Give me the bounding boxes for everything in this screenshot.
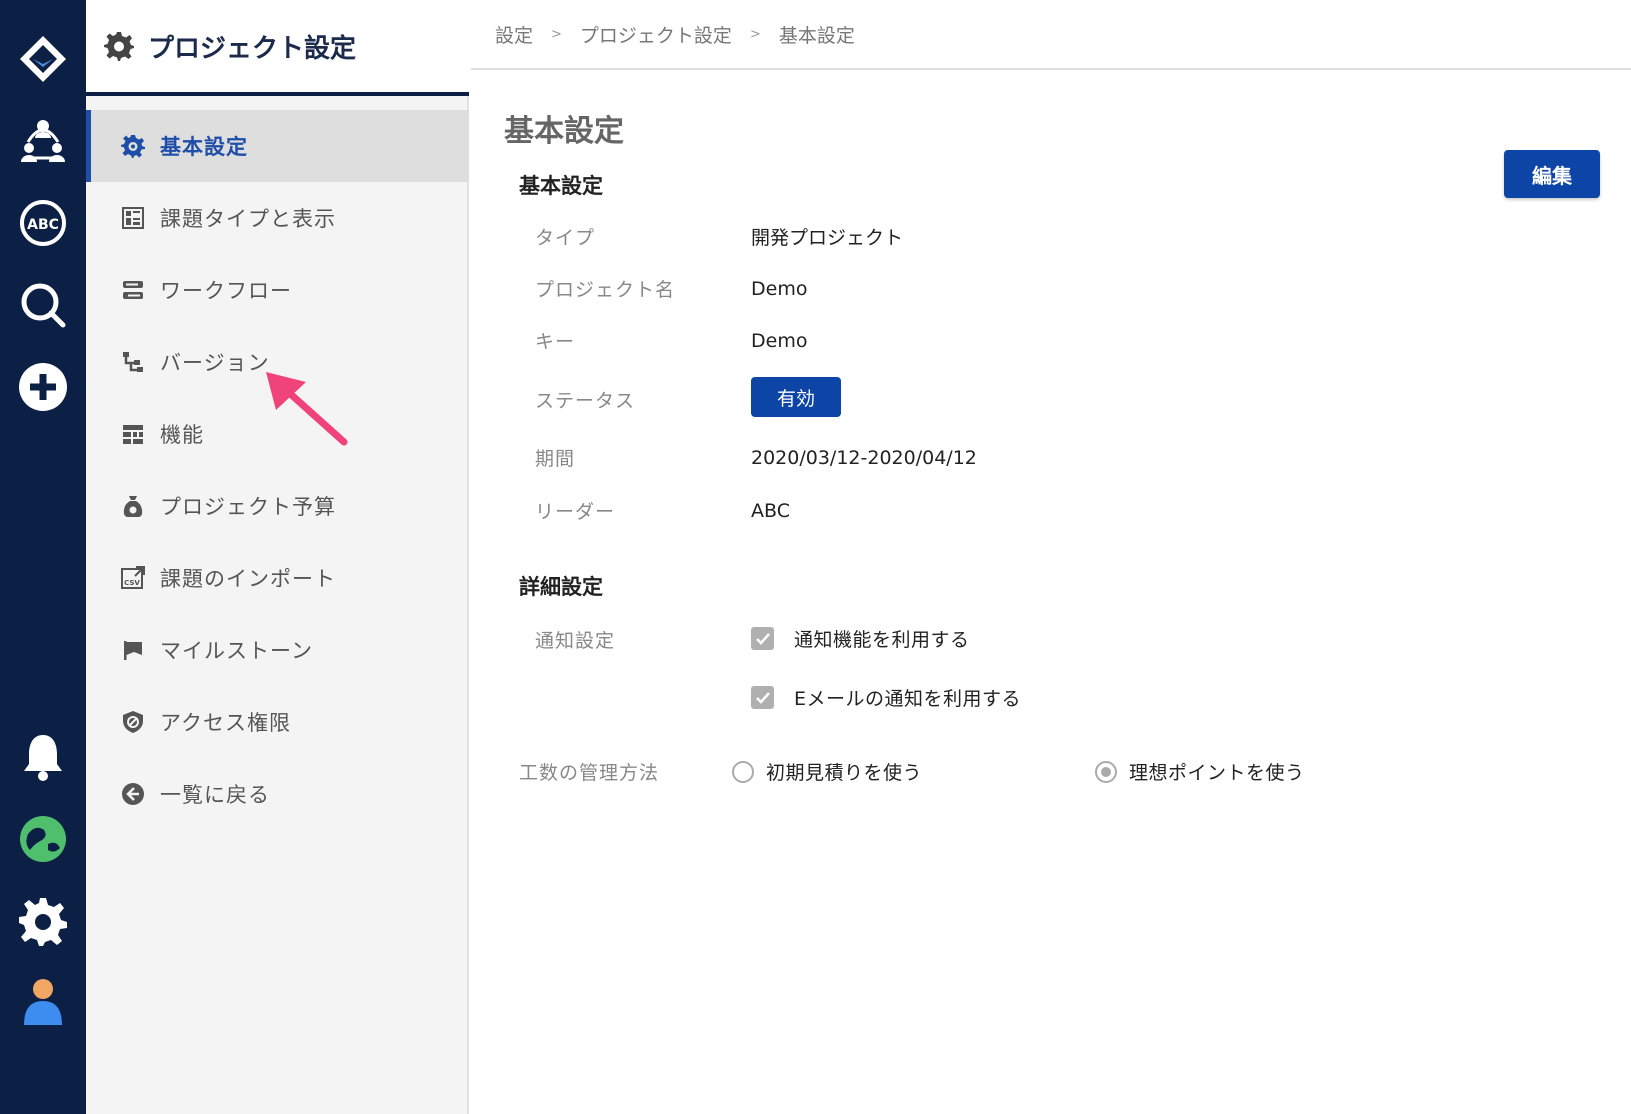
sidebar-item-access-permissions[interactable]: アクセス権限 — [86, 686, 469, 758]
gear-icon — [120, 133, 146, 159]
gear-icon — [104, 32, 134, 61]
field-value: Demo — [751, 277, 808, 300]
user-avatar-icon[interactable] — [0, 968, 86, 1038]
search-icon[interactable] — [0, 270, 86, 340]
svg-text:CSV: CSV — [124, 579, 140, 587]
sidebar-item-label: 一覧に戻る — [160, 783, 270, 807]
sidebar-header: プロジェクト設定 — [86, 0, 469, 96]
sidebar-title: プロジェクト設定 — [148, 33, 357, 64]
field-value: 開発プロジェクト — [751, 227, 904, 249]
sidebar-item-label: マイルストーン — [160, 639, 313, 663]
effort-radio-ideal-points[interactable]: 理想ポイントを使う — [1095, 758, 1305, 785]
sidebar-item-issue-import[interactable]: CSV 課題のインポート — [86, 542, 469, 614]
csv-import-icon: CSV — [120, 565, 146, 591]
field-row-leader: リーダー ABC — [535, 497, 790, 524]
workflow-icon — [120, 277, 146, 303]
breadcrumb-item[interactable]: プロジェクト設定 — [580, 21, 732, 48]
checkbox-checked-icon[interactable] — [751, 686, 774, 709]
abc-icon[interactable]: ABC — [0, 188, 86, 258]
page-title: 基本設定 — [504, 114, 624, 149]
checkbox-checked-icon[interactable] — [751, 627, 774, 650]
sidebar-item-version[interactable]: バージョン — [86, 326, 469, 398]
field-row-notification: 通知設定 — [535, 626, 751, 653]
sidebar-item-back-to-list[interactable]: 一覧に戻る — [86, 758, 469, 830]
breadcrumb-item[interactable]: 設定 — [495, 21, 533, 48]
sidebar-item-label: 課題タイプと表示 — [160, 207, 336, 231]
version-icon — [120, 349, 146, 375]
checkbox-label: Eメールの通知を利用する — [794, 688, 1022, 710]
effort-radio-initial-estimate[interactable]: 初期見積りを使う — [732, 758, 922, 785]
field-value: 2020/03/12-2020/04/12 — [751, 446, 977, 469]
app-rail: ABC — [0, 0, 86, 1114]
team-icon[interactable] — [0, 106, 86, 176]
field-row-status: ステータス 有効 — [535, 377, 841, 417]
sidebar-item-issue-types[interactable]: 課題タイプと表示 — [86, 182, 469, 254]
field-row-period: 期間 2020/03/12-2020/04/12 — [535, 444, 977, 471]
radio-label: 理想ポイントを使う — [1129, 762, 1305, 784]
main-content: 設定 > プロジェクト設定 > 基本設定 基本設定 編集 基本設定 タイプ 開発… — [471, 0, 1631, 1114]
sidebar-item-workflow[interactable]: ワークフロー — [86, 254, 469, 326]
sidebar-item-label: バージョン — [160, 351, 270, 375]
field-row-type: タイプ 開発プロジェクト — [535, 223, 903, 250]
flag-icon — [120, 637, 146, 663]
radio-selected-icon[interactable] — [1095, 760, 1117, 783]
status-badge: 有効 — [751, 377, 841, 417]
notify-email-checkbox[interactable]: Eメールの通知を利用する — [751, 684, 1021, 711]
section-title-detail: 詳細設定 — [519, 575, 603, 599]
add-icon[interactable] — [0, 352, 86, 422]
sidebar-item-label: 機能 — [160, 423, 204, 447]
field-label: 期間 — [535, 448, 576, 470]
features-icon — [120, 421, 146, 447]
issue-type-icon — [120, 205, 146, 231]
globe-icon[interactable] — [0, 804, 86, 874]
sidebar-item-label: 基本設定 — [160, 135, 248, 159]
back-arrow-icon — [120, 781, 146, 807]
sidebar-item-features[interactable]: 機能 — [86, 398, 469, 470]
breadcrumb: 設定 > プロジェクト設定 > 基本設定 — [471, 0, 1631, 70]
field-value: ABC — [751, 499, 790, 522]
shield-icon — [120, 709, 146, 735]
checkbox-label: 通知機能を利用する — [794, 629, 970, 651]
field-label: キー — [535, 331, 576, 353]
field-label: プロジェクト名 — [535, 279, 676, 301]
field-label: 通知設定 — [535, 630, 616, 652]
edit-button[interactable]: 編集 — [1504, 150, 1600, 198]
field-label: ステータス — [535, 389, 636, 412]
field-row-key: キー Demo — [535, 327, 807, 354]
sidebar-item-budget[interactable]: プロジェクト予算 — [86, 470, 469, 542]
breadcrumb-separator: > — [749, 26, 761, 42]
sidebar-item-label: ワークフロー — [160, 279, 292, 303]
field-row-project-name: プロジェクト名 Demo — [535, 275, 807, 302]
budget-icon — [120, 493, 146, 519]
notify-feature-checkbox[interactable]: 通知機能を利用する — [751, 625, 970, 652]
settings-nav: 基本設定 課題タイプと表示 ワークフロー バージョン 機能 プロジェクト予算 C… — [86, 110, 469, 830]
sidebar-item-label: 課題のインポート — [160, 567, 336, 591]
project-settings-sidebar: プロジェクト設定 基本設定 課題タイプと表示 ワークフロー バージョン 機能 プ… — [86, 0, 469, 1114]
app-logo-icon[interactable] — [0, 24, 86, 94]
radio-unselected-icon[interactable] — [732, 760, 754, 783]
breadcrumb-separator: > — [551, 26, 562, 42]
sidebar-item-label: アクセス権限 — [160, 711, 291, 735]
radio-label: 初期見積りを使う — [766, 762, 923, 784]
settings-icon[interactable] — [0, 886, 86, 956]
sidebar-item-milestone[interactable]: マイルストーン — [86, 614, 469, 686]
sidebar-item-label: プロジェクト予算 — [160, 495, 336, 519]
field-label: リーダー — [535, 501, 616, 523]
field-label: タイプ — [535, 227, 596, 249]
breadcrumb-item: 基本設定 — [778, 24, 855, 47]
effort-method-label: 工数の管理方法 — [519, 762, 660, 784]
bell-icon[interactable] — [0, 722, 86, 792]
field-value: Demo — [751, 329, 808, 352]
sidebar-item-basic-settings[interactable]: 基本設定 — [86, 110, 469, 182]
section-title-basic: 基本設定 — [519, 174, 603, 198]
svg-text:ABC: ABC — [27, 217, 59, 233]
